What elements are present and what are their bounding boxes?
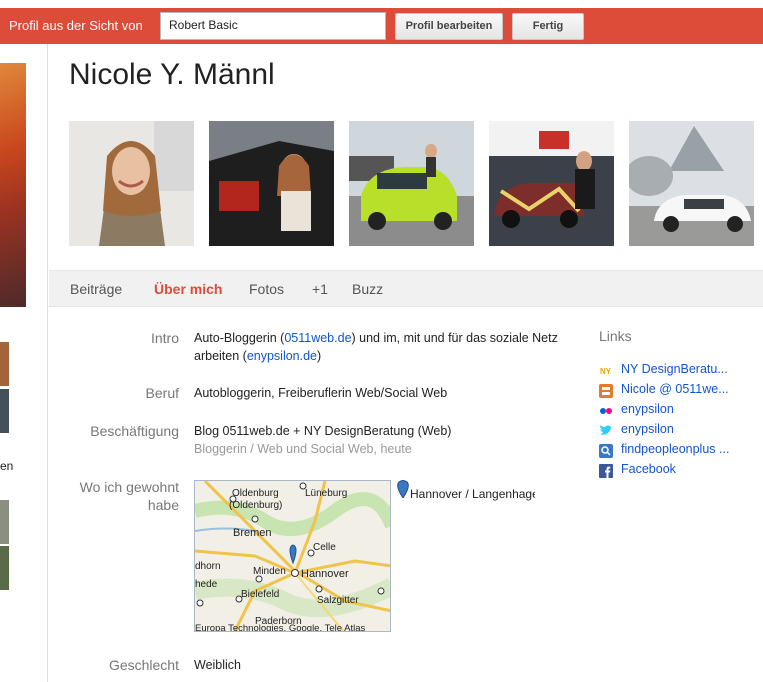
map-label: Bielefeld [241, 589, 279, 600]
link-item[interactable]: enypsilon [599, 421, 749, 439]
link-item[interactable]: Facebook [599, 461, 749, 479]
employment-subtitle: Bloggerin / Web und Social Web, heute [194, 442, 412, 456]
map-label: Bremen [233, 527, 272, 539]
map-label: Oldenburg [232, 488, 279, 499]
map-label: dhorn [195, 561, 221, 572]
map-label: Hannover [301, 568, 349, 580]
occupation-label: Beruf [145, 385, 179, 401]
svg-text:NY: NY [600, 367, 612, 376]
intro-label: Intro [150, 330, 179, 346]
link-item[interactable]: enypsilon [599, 401, 749, 419]
links-heading: Links [599, 328, 632, 344]
intro-link-enypsilon[interactable]: enypsilon.de [247, 349, 317, 363]
map-label: hede [195, 579, 218, 590]
profile-photo-green-car[interactable] [349, 121, 474, 246]
profile-photo-painted-car[interactable] [489, 121, 614, 246]
tab-photos[interactable]: Fotos [249, 281, 284, 297]
map-attribution: Europa Technologies, Google, Tele Atlas [195, 623, 365, 632]
tab-about[interactable]: Über mich [154, 281, 222, 297]
circle-thumbnail[interactable] [0, 500, 9, 544]
profile-avatar[interactable] [0, 63, 26, 307]
view-as-label: Profil aus der Sicht von [9, 18, 143, 33]
blogger-icon [599, 384, 613, 398]
location-pin-icon [397, 480, 409, 501]
edit-profile-button[interactable]: Profil bearbeiten [395, 13, 503, 40]
ny-site-icon: NY [599, 364, 613, 378]
left-fragment-text: en [0, 459, 14, 473]
tab-posts[interactable]: Beiträge [70, 281, 122, 297]
intro-link-0511web[interactable]: 0511web.de [284, 331, 351, 345]
employment-value: Blog 0511web.de + NY DesignBeratung (Web… [194, 424, 452, 438]
profile-photo-white-car[interactable] [629, 121, 754, 246]
map-label: Celle [313, 542, 336, 553]
link-item[interactable]: NY NY DesignBeratu... [599, 361, 749, 379]
map-label: (Oldenburg) [229, 500, 282, 511]
map-label: Minden [253, 566, 286, 577]
gender-label: Geschlecht [108, 657, 179, 673]
place-name: Hannover / Langenhagen [410, 487, 535, 501]
circle-thumbnail[interactable] [0, 546, 9, 590]
occupation-value: Autobloggerin, Freiberuflerin Web/Social… [194, 386, 448, 400]
facebook-icon [599, 464, 613, 478]
profile-photo-portrait[interactable] [69, 121, 194, 246]
tab-buzz[interactable]: Buzz [352, 281, 383, 297]
view-as-bar: Profil aus der Sicht von Robert Basic Pr… [0, 8, 763, 44]
map-label: Salzgitter [317, 595, 359, 606]
map-label: Lüneburg [305, 488, 347, 499]
done-button[interactable]: Fertig [512, 13, 584, 40]
places-map[interactable]: Oldenburg (Oldenburg) Lüneburg Celle Bie… [194, 480, 391, 632]
twitter-icon [599, 424, 613, 438]
intro-text: Auto-Bloggerin (0511web.de) und im, mit … [194, 331, 558, 363]
search-site-icon [599, 444, 613, 458]
left-column: en [0, 44, 48, 682]
link-item[interactable]: Nicole @ 0511we... [599, 381, 749, 399]
profile-name: Nicole Y. Männl [69, 58, 275, 91]
flickr-icon [599, 404, 613, 418]
viewer-name-input[interactable]: Robert Basic [160, 12, 386, 40]
profile-photo-car-interior[interactable] [209, 121, 334, 246]
places-lived-label: Wo ich gewohnt habe [79, 479, 179, 513]
profile-tab-bar: Beiträge Über mich Fotos +1 Buzz [49, 270, 763, 307]
circle-thumbnail[interactable] [0, 342, 9, 386]
link-item[interactable]: findpeopleonplus ... [599, 441, 749, 459]
gender-value: Weiblich [194, 658, 242, 672]
employment-label: Beschäftigung [90, 423, 179, 439]
circle-thumbnail[interactable] [0, 389, 9, 433]
tab-plus-one[interactable]: +1 [312, 281, 328, 297]
